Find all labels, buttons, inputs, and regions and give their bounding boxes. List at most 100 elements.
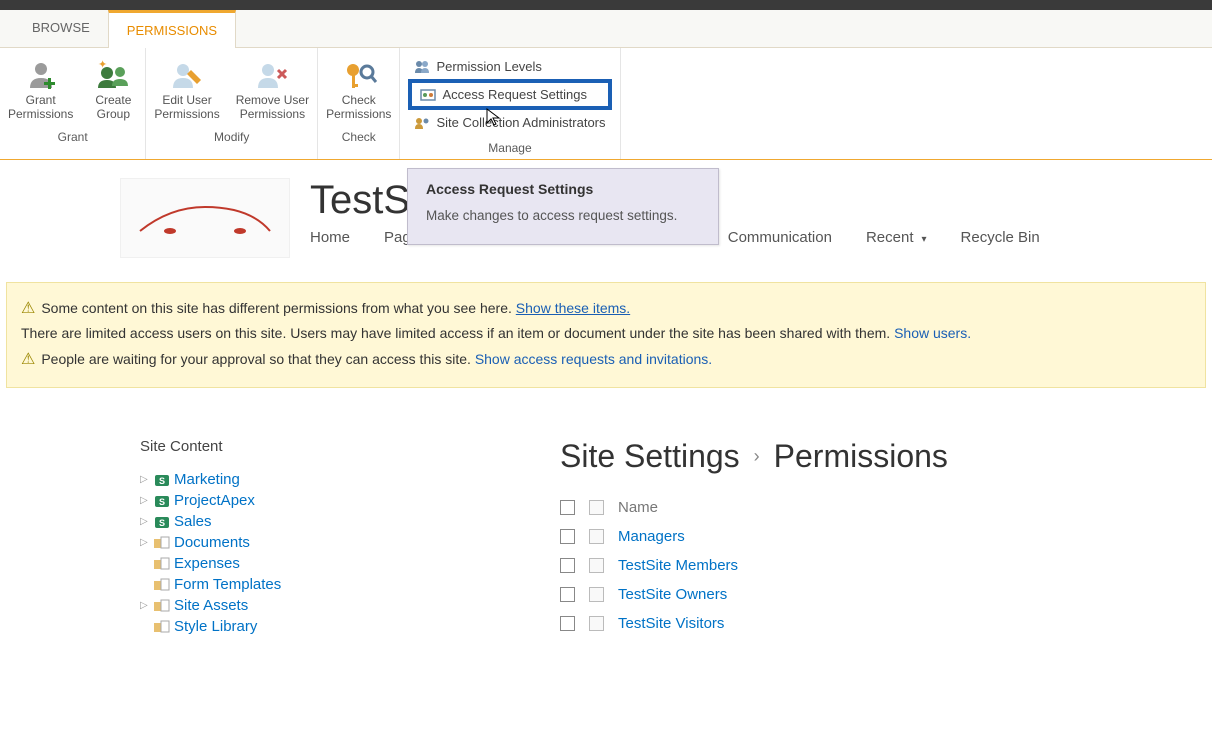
expand-icon[interactable]: ▷ (140, 474, 150, 485)
site-content-heading: Site Content (140, 438, 500, 455)
tooltip-title: Access Request Settings (426, 181, 700, 197)
remove-user-permissions-label: Remove User Permissions (236, 94, 309, 122)
folder-doc-icon (154, 556, 170, 572)
permissions-notice: ⚠ Some content on this site has different… (6, 282, 1206, 388)
tree-item-sales[interactable]: ▷SSales (140, 511, 500, 532)
tree-item-projectapex[interactable]: ▷SProjectApex (140, 490, 500, 511)
group-sparkle-icon: ✦ (94, 58, 132, 92)
chevron-down-icon (921, 229, 926, 246)
row-checkbox[interactable] (560, 558, 575, 573)
site-content-panel: Site Content ▷SMarketing ▷SProjectApex ▷… (140, 438, 500, 638)
expand-icon[interactable]: ▷ (140, 516, 150, 527)
ribbon-tabs: BROWSE PERMISSIONS (0, 10, 1212, 48)
breadcrumb: Site Settings › Permissions (560, 438, 1182, 475)
breadcrumb-site-settings[interactable]: Site Settings (560, 438, 740, 475)
ribbon-group-check: Check Permissions Check (318, 48, 400, 159)
expand-icon[interactable]: ▷ (140, 537, 150, 548)
create-group-label: Create Group (95, 94, 131, 122)
site-collection-admins-label: Site Collection Administrators (436, 115, 605, 130)
header-type-icon (589, 500, 604, 515)
ribbon: Grant Permissions ✦ Create Group Grant E… (0, 48, 1212, 160)
tooltip-access-request-settings: Access Request Settings Make changes to … (407, 168, 719, 245)
tree-item-marketing[interactable]: ▷SMarketing (140, 469, 500, 490)
remove-user-permissions-button[interactable]: Remove User Permissions (228, 52, 317, 124)
site-content-tree: ▷SMarketing ▷SProjectApex ▷SSales ▷Docum… (140, 469, 500, 637)
nav-recent[interactable]: Recent (866, 229, 927, 246)
site-icon: S (154, 514, 170, 530)
row-type-checkbox[interactable] (589, 558, 604, 573)
access-request-settings-button[interactable]: Access Request Settings (408, 79, 611, 110)
row-type-checkbox[interactable] (589, 616, 604, 631)
tree-item-style-library[interactable]: Style Library (140, 616, 500, 637)
svg-text:✦: ✦ (98, 60, 107, 71)
key-magnify-icon (341, 58, 377, 92)
ribbon-group-modify-label: Modify (214, 124, 249, 148)
cursor-icon (486, 108, 502, 128)
row-checkbox[interactable] (560, 616, 575, 631)
group-link[interactable]: TestSite Visitors (618, 615, 724, 632)
tab-browse[interactable]: BROWSE (14, 10, 108, 47)
row-type-checkbox[interactable] (589, 587, 604, 602)
access-request-settings-label: Access Request Settings (442, 87, 587, 102)
permission-levels-button[interactable]: Permission Levels (408, 56, 611, 77)
expand-icon[interactable]: ▷ (140, 495, 150, 506)
people-icon (414, 60, 430, 74)
warning-icon: ⚠ (21, 351, 35, 368)
permissions-header-row: Name (560, 493, 1182, 522)
site-collection-admins-button[interactable]: Site Collection Administrators (408, 112, 611, 133)
show-these-items-link[interactable]: Show these items. (516, 300, 630, 316)
ribbon-group-check-label: Check (342, 124, 376, 148)
show-access-requests-link[interactable]: Show access requests and invitations. (475, 351, 712, 367)
check-permissions-label: Check Permissions (326, 94, 391, 122)
window-top-bar (0, 0, 1212, 10)
svg-text:S: S (159, 476, 165, 486)
nav-communication[interactable]: Communication (728, 229, 832, 246)
notice-line1: Some content on this site has different … (41, 300, 512, 316)
main-content: Site Content ▷SMarketing ▷SProjectApex ▷… (0, 388, 1212, 638)
expand-icon[interactable]: ▷ (140, 600, 150, 611)
user-plus-icon (24, 58, 58, 92)
grant-permissions-button[interactable]: Grant Permissions (0, 52, 81, 124)
edit-user-permissions-label: Edit User Permissions (154, 94, 219, 122)
group-link[interactable]: TestSite Owners (618, 586, 727, 603)
tree-item-site-assets[interactable]: ▷Site Assets (140, 595, 500, 616)
svg-text:S: S (159, 497, 165, 507)
ribbon-group-grant: Grant Permissions ✦ Create Group Grant (0, 48, 146, 159)
check-permissions-button[interactable]: Check Permissions (318, 52, 399, 124)
group-link[interactable]: Managers (618, 528, 685, 545)
tree-item-expenses[interactable]: Expenses (140, 553, 500, 574)
permissions-panel: Site Settings › Permissions Name Manager… (560, 438, 1182, 638)
notice-line2: There are limited access users on this s… (21, 325, 890, 341)
warning-icon: ⚠ (21, 300, 35, 317)
user-remove-icon (254, 58, 290, 92)
permission-levels-label: Permission Levels (436, 59, 542, 74)
tooltip-body: Make changes to access request settings. (426, 207, 700, 226)
grant-permissions-label: Grant Permissions (8, 94, 73, 122)
nav-home[interactable]: Home (310, 229, 350, 246)
row-checkbox[interactable] (560, 587, 575, 602)
row-checkbox[interactable] (560, 529, 575, 544)
folder-doc-icon (154, 619, 170, 635)
site-logo[interactable] (120, 178, 290, 258)
row-type-checkbox[interactable] (589, 529, 604, 544)
site-icon: S (154, 493, 170, 509)
tree-item-documents[interactable]: ▷Documents (140, 532, 500, 553)
column-name[interactable]: Name (618, 499, 658, 516)
nav-recycle-bin[interactable]: Recycle Bin (961, 229, 1040, 246)
table-row: TestSite Visitors (560, 609, 1182, 638)
create-group-button[interactable]: ✦ Create Group (81, 52, 145, 124)
show-users-link[interactable]: Show users. (894, 325, 971, 341)
site-icon: S (154, 472, 170, 488)
select-all-checkbox[interactable] (560, 500, 575, 515)
folder-doc-icon (154, 535, 170, 551)
folder-doc-icon (154, 598, 170, 614)
tree-item-form-templates[interactable]: Form Templates (140, 574, 500, 595)
group-link[interactable]: TestSite Members (618, 557, 738, 574)
tab-permissions[interactable]: PERMISSIONS (108, 10, 236, 48)
table-row: TestSite Members (560, 551, 1182, 580)
edit-user-permissions-button[interactable]: Edit User Permissions (146, 52, 227, 124)
ribbon-group-manage: Permission Levels Access Request Setting… (400, 48, 620, 159)
ribbon-group-modify: Edit User Permissions Remove User Permis… (146, 48, 318, 159)
breadcrumb-permissions: Permissions (774, 438, 948, 475)
svg-text:S: S (159, 518, 165, 528)
